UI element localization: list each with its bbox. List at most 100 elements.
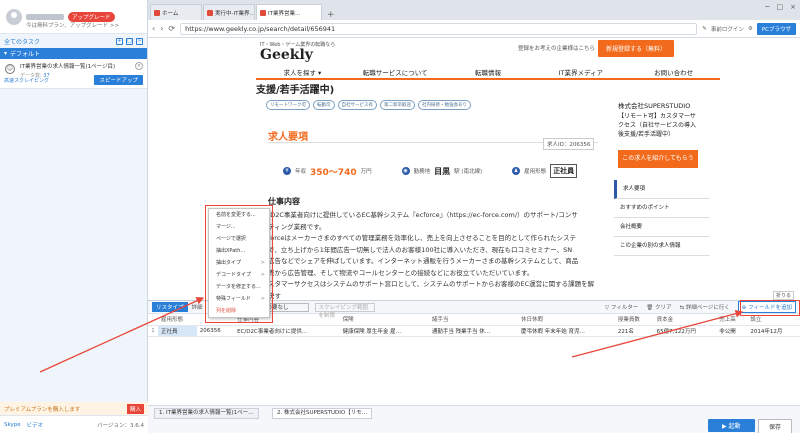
filter-button[interactable]: ▽ フィルター [605,303,638,311]
annotation-box-add-field [740,300,800,316]
menu-extract-type[interactable]: 抽出タイプ [209,257,269,269]
table-cell[interactable]: 通勤手当 残業手当 休… [428,325,519,337]
menu-select-in-page[interactable]: ページで選択 [209,233,269,245]
nav-services[interactable]: 転職サービスについて [349,68,442,78]
back-icon[interactable]: ‹ [152,24,155,33]
speed-up-button[interactable]: スピードアップ [94,75,143,85]
browser-tab-running[interactable]: 実行中-IT業界… [203,4,255,20]
premium-banner[interactable]: プレミアムプランを購入します 購入 [0,402,148,415]
column-header[interactable]: 資本金 [653,314,717,326]
forward-icon[interactable]: › [160,24,163,33]
pc-browser-button[interactable]: PCブラウザ [756,22,796,35]
avatar[interactable] [6,8,22,25]
column-header[interactable]: 諸手当 [428,314,519,326]
table-row[interactable]: 1 正社員 206356 EC/D2C事業者向けに提供… 健康保険 厚生年金 雇… [148,325,800,337]
side-menu-requirements[interactable]: 求人要項 [614,180,710,199]
task-title: IT業界営業の求人情報一覧(1ページ目) [20,64,116,70]
buy-button[interactable]: 購入 [126,403,144,414]
minimize-icon[interactable]: ─ [765,3,769,11]
maximize-icon[interactable]: □ [777,3,784,11]
table-cell[interactable]: 非公開 [716,325,748,337]
settings-icon[interactable]: ⚙ [748,26,753,32]
start-button[interactable]: ▶ 起動 [708,419,755,432]
group-default[interactable]: ▾ デフォルト [0,48,147,59]
table-cell[interactable]: 2014年12月 [747,325,800,337]
table-cell[interactable]: 健康保険 厚生年金 雇… [339,325,429,337]
site-logo[interactable]: Geekly [260,47,313,63]
menu-special-field[interactable]: 特殊フィールド [209,293,269,305]
menu-merge[interactable]: マージ... [209,221,269,233]
upgrade-button[interactable]: アップグレード [68,11,115,22]
close-window-icon[interactable]: × [790,3,796,11]
column-header[interactable]: 雇用形態 [158,314,197,326]
table-cell[interactable]: 正社員 [158,325,197,337]
register-button[interactable]: 新規登録する（無料） [598,40,675,57]
new-task-icon[interactable]: + [116,37,123,45]
address-bar: ‹ › ⟳ https://www.geekly.co.jp/search/de… [148,20,800,38]
folder-icon[interactable]: ▢ [126,37,133,45]
table-cell[interactable]: EC/D2C事業者向けに提供… [234,325,340,337]
table-cell[interactable]: 221名 [614,325,654,337]
nav-contact[interactable]: お問い合わせ [627,68,720,78]
trash-icon: 🗑 [646,305,655,311]
job-tag: リモートワーク可 [266,100,310,110]
corporate-link[interactable]: 登録をお考えの企業様はこちら [518,44,595,52]
side-menu-points[interactable]: おすすめのポイント [614,199,710,218]
side-menu-company[interactable]: 会社概要 [614,218,710,237]
fold-button[interactable]: 折りる [772,291,794,300]
edit-icon[interactable]: ✎ [702,26,707,32]
sidebar-footer: Skype ビデオ バージョン：3.6.4 [0,415,148,433]
work-content-heading: 仕事内容 [268,197,300,206]
salary-value: 350〜740 [310,167,357,178]
browser-tab-home[interactable]: ホーム [150,4,202,20]
company-name[interactable]: 株式会社SUPERSTUDIO [618,100,690,110]
all-tasks-label[interactable]: 全てのタスク [4,37,40,46]
section-job-requirements: 求人要項 [268,132,308,143]
task-item[interactable]: ☺ IT業界営業の求人情報一覧(1ページ目) データ数: 37 × 高速スクレイ… [0,59,147,89]
limit-range-input[interactable]: スクレイピング範囲を制限 [314,302,375,319]
video-link[interactable]: ビデオ [27,421,44,429]
url-input[interactable]: https://www.geekly.co.jp/search/detail/6… [180,22,698,35]
location-value: 目黒 [434,166,451,176]
window-controls: ─ □ × [765,3,796,11]
location-icon: ◉ [401,167,410,175]
table-cell[interactable]: 65億7,122万円 [653,325,717,337]
menu-delete-column[interactable]: 列を削除 [209,305,269,317]
nav-it-media[interactable]: IT業界メディア [534,68,627,78]
browser-tab-active[interactable]: IT業界営業… [256,4,322,20]
chevron-down-icon: ▾ [4,50,8,57]
nav-career-info[interactable]: 転職情報 [442,68,535,78]
side-menu-other-jobs[interactable]: この企業の別の求人情報 [614,237,710,256]
app-sidebar: アップグレード 今は無料プラン、アップグレード >> 全てのタスク + ▢ » … [0,0,148,433]
reload-icon[interactable]: ⟳ [168,24,175,33]
menu-decode-type[interactable]: デコードタイプ [209,269,269,281]
add-tab-icon[interactable]: + [323,10,339,20]
detail-button[interactable]: 詳細 [192,303,203,311]
close-icon[interactable]: × [135,62,143,70]
menu-fix-data[interactable]: データを修正する... [209,281,269,293]
flow-tab-1[interactable]: 1. IT業界営業の求人情報一覧(1ペー… [154,408,259,419]
nav-search-jobs[interactable]: 求人を探す ▾ [256,68,349,78]
premium-text: プレミアムプランを購入します [4,406,81,413]
list-type-button[interactable]: リスタイプ [152,302,188,312]
introduce-button[interactable]: この求人を紹介してもらう [618,150,698,168]
table-cell[interactable]: 慶弔休暇 年末年始 育児… [518,325,615,337]
work-content-text[interactable]: /D2C事業者向けに提供しているEC基幹システム『ecforce』（https:… [268,210,598,300]
table-cell[interactable]: 206356 [196,325,235,337]
skype-link[interactable]: Skype [4,422,21,428]
save-button[interactable]: 保存 [758,419,793,433]
menu-rename[interactable]: 名前を変更する... [209,209,269,221]
detail-page-button[interactable]: ⇆ 詳細ページに行く [680,303,730,311]
job-tag: 第二新卒歓迎 [380,100,415,110]
plan-tagline[interactable]: 今は無料プラン、アップグレード >> [26,21,119,29]
menu-edit-xpath[interactable]: 抽出XPath... [209,245,269,257]
employment-value[interactable]: 正社員 [550,164,578,178]
column-header[interactable]: 保険 [339,314,429,326]
column-header[interactable]: 休日休暇 [518,314,615,326]
flow-tab-2[interactable]: 2. 株式会社SUPERSTUDIO【リモ… [272,408,373,419]
clear-button[interactable]: 🗑 クリア [646,303,671,311]
job-promo-text: 【リモート可】カスタマーサクセス（自社サービスの導入後支援/若手活躍中） [618,113,697,138]
column-header[interactable]: 授業員数 [614,314,654,326]
expand-icon[interactable]: » [136,37,143,45]
pre-login-button[interactable]: 事前ログイン [711,25,744,33]
